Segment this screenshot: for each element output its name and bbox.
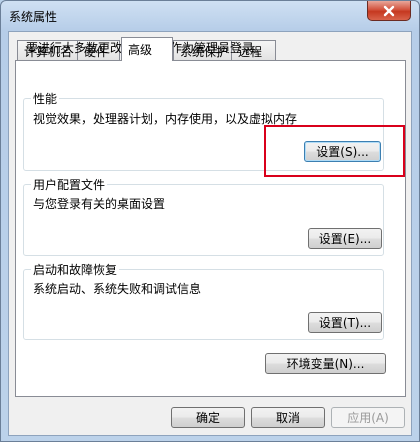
button-label: 确定 [195, 411, 220, 425]
startup-recovery-description: 系统启动、系统失败和调试信息 [33, 282, 202, 296]
tab-label: 高级 [128, 43, 153, 57]
performance-description: 视觉效果，处理器计划，内存使用，以及虚拟内存 [33, 112, 298, 126]
user-profiles-description: 与您登录有关的桌面设置 [33, 197, 166, 211]
button-label: 环境变量(N)... [286, 357, 365, 371]
user-profiles-title: 用户配置文件 [31, 176, 108, 193]
button-label: 设置(E)... [318, 232, 372, 246]
user-profiles-settings-button[interactable]: 设置(E)... [308, 228, 382, 249]
system-properties-window: 系统属性 计算机名 硬件 高级 系统保护 远程 要进行大多数更改，您必须作为管理 [0, 0, 420, 442]
performance-title: 性能 [31, 90, 60, 107]
startup-recovery-settings-button[interactable]: 设置(T)... [308, 312, 382, 333]
apply-button[interactable]: 应用(A) [331, 407, 405, 428]
window-title: 系统属性 [9, 10, 58, 24]
highlight-annotation-box [264, 125, 405, 177]
close-icon [382, 5, 396, 17]
cancel-button[interactable]: 取消 [251, 407, 325, 428]
environment-variables-button[interactable]: 环境变量(N)... [265, 353, 386, 374]
startup-recovery-title: 启动和故障恢复 [31, 261, 120, 278]
button-label: 应用(A) [347, 411, 389, 425]
title-bar[interactable]: 系统属性 [1, 1, 419, 31]
close-button[interactable] [367, 1, 411, 21]
ok-button[interactable]: 确定 [171, 407, 245, 428]
button-label: 取消 [275, 411, 300, 425]
button-label: 设置(T)... [318, 316, 372, 330]
tab-advanced[interactable]: 高级 [121, 37, 173, 61]
